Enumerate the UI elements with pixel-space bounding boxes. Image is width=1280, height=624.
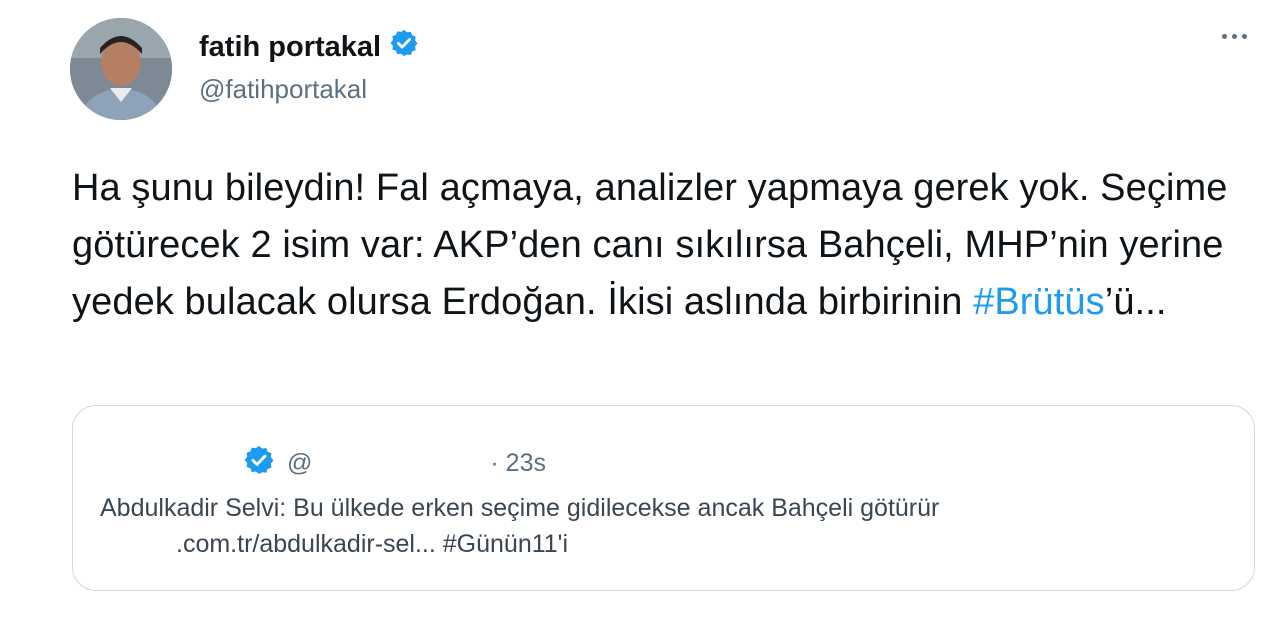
avatar[interactable]	[70, 18, 172, 120]
quoted-tweet-header: @ · 23s	[243, 444, 546, 483]
author-display-name[interactable]: fatih portakal	[199, 31, 381, 64]
profile-photo	[70, 18, 172, 120]
quoted-tweet-card[interactable]: @ · 23s Abdulkadir Selvi: Bu ülkede erke…	[72, 405, 1255, 591]
verified-badge-icon	[389, 28, 419, 66]
quoted-tweet-time[interactable]: · 23s	[490, 449, 546, 478]
tweet-text-tail: ’ü...	[1104, 281, 1167, 323]
tweet-text: Ha şunu bileydin! Fal açmaya, analizler …	[72, 160, 1262, 331]
quoted-tweet-text: Abdulkadir Selvi: Bu ülkede erken seçime…	[100, 490, 1240, 562]
more-options-icon[interactable]	[1222, 34, 1247, 39]
author-name-row[interactable]: fatih portakal	[199, 28, 419, 66]
quoted-tweet-line: Abdulkadir Selvi: Bu ülkede erken seçime…	[100, 494, 940, 522]
verified-badge-icon	[243, 444, 275, 483]
hashtag-link[interactable]: #Brütüs	[973, 281, 1105, 323]
author-handle[interactable]: @fatihportakal	[199, 74, 367, 105]
quoted-tweet-link-line[interactable]: .com.tr/abdulkadir-sel... #Günün11'i	[100, 526, 1240, 562]
quoted-tweet-handle[interactable]: @	[287, 449, 312, 478]
